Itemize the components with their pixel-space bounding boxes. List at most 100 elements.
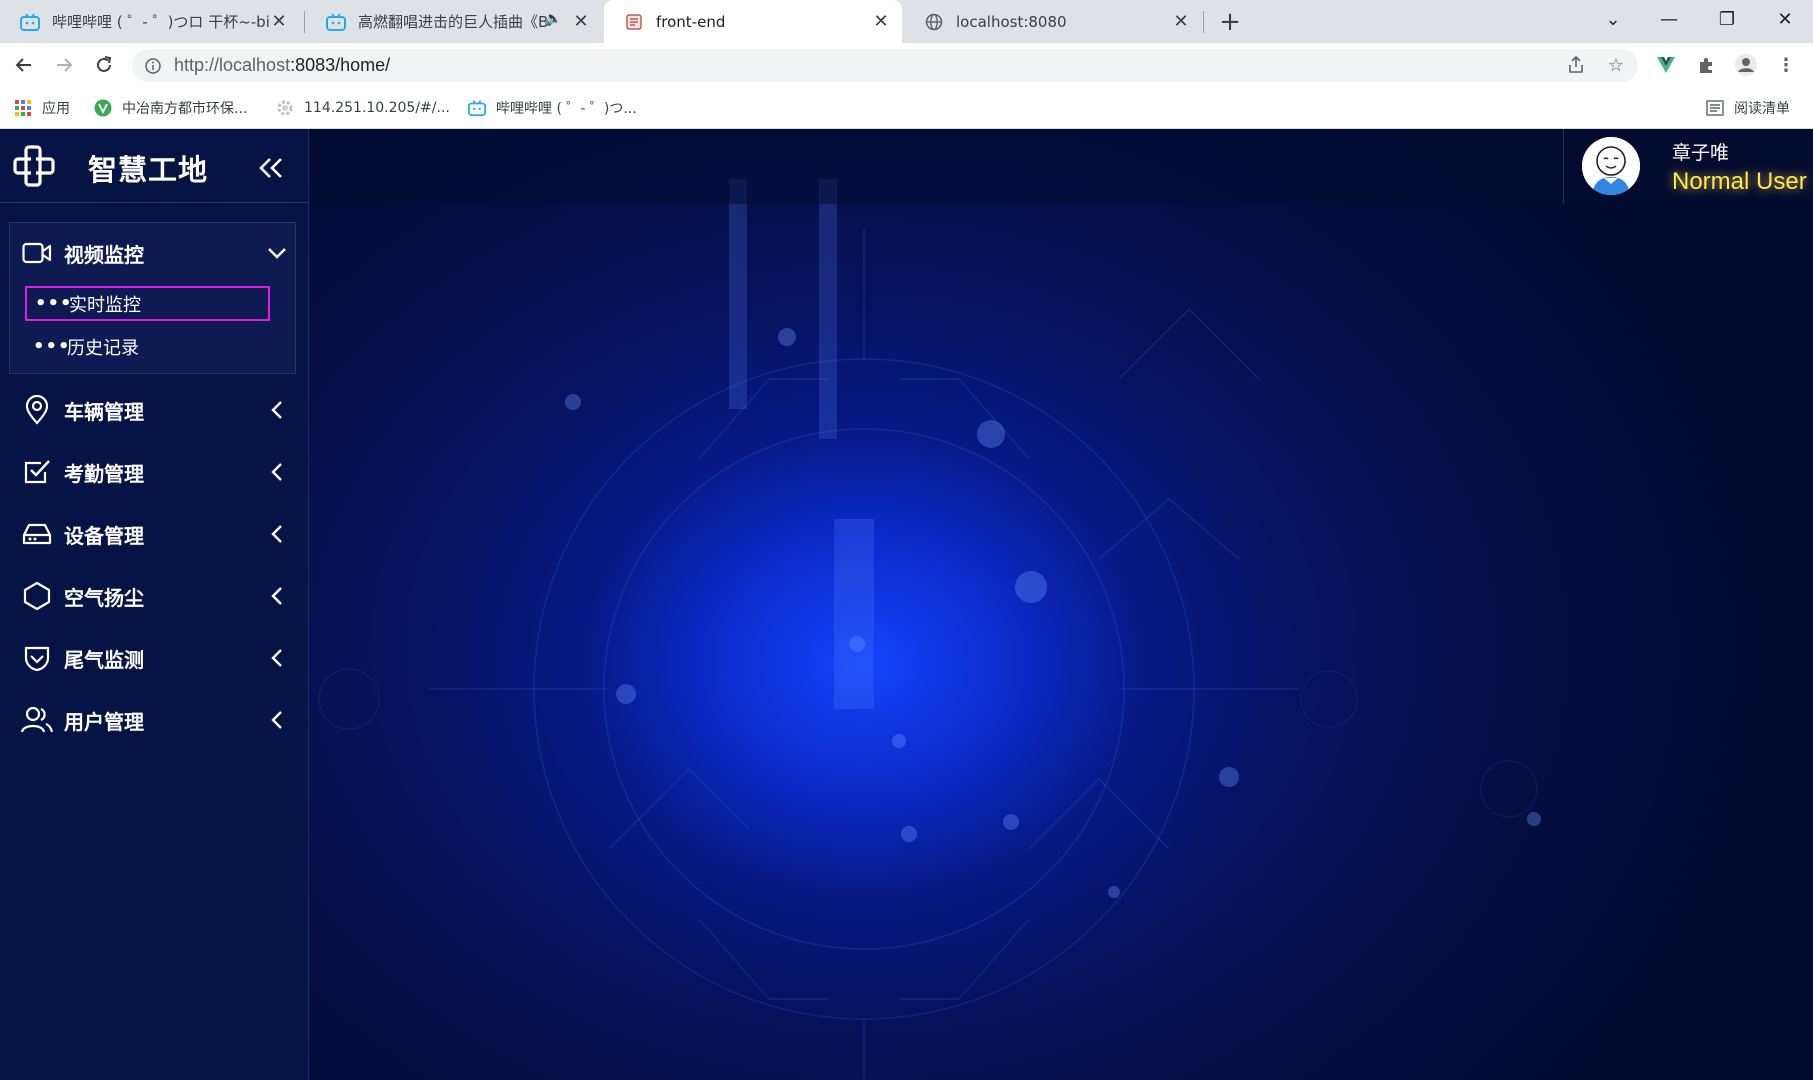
reload-button[interactable] xyxy=(88,49,120,81)
submenu-item-history[interactable]: ••• 历史记录 xyxy=(25,329,270,364)
browser-tab-4[interactable]: localhost:8080 ✕ xyxy=(904,0,1202,43)
forward-button[interactable] xyxy=(48,49,80,81)
reading-list-icon xyxy=(1706,99,1724,117)
checkbox-icon xyxy=(21,456,53,488)
menu-item-attendance[interactable]: 考勤管理 xyxy=(0,442,309,502)
tab-search-button[interactable]: ⌄ xyxy=(1584,0,1642,38)
menu-kebab-icon[interactable]: ⋮ xyxy=(1772,51,1800,79)
profile-icon[interactable] xyxy=(1732,51,1760,79)
brand-header: 智慧工地 xyxy=(0,129,309,203)
menu-label: 空气扬尘 xyxy=(64,585,144,610)
close-icon[interactable]: ✕ xyxy=(570,10,592,32)
bookmark-label: 114.251.10.205/#/... xyxy=(304,100,450,116)
menu-label: 用户管理 xyxy=(64,709,144,734)
reading-list-label: 阅读清单 xyxy=(1734,101,1790,117)
browser-tab-1[interactable]: 哔哩哔哩 ( ゜- ゜)つロ 干杯~-bilil ✕ xyxy=(0,0,300,43)
tech-background-decoration xyxy=(318,179,1541,1079)
globe-icon xyxy=(924,12,944,32)
tab-separator xyxy=(1203,11,1204,33)
tab-strip: 哔哩哔哩 ( ゜- ゜)つロ 干杯~-bilil ✕ 高燃翻唱进击的巨人插曲《B… xyxy=(0,0,1813,43)
drive-icon xyxy=(21,518,53,550)
bookmark-apps[interactable]: 应用 xyxy=(14,96,70,120)
users-icon xyxy=(21,704,53,736)
tab-separator xyxy=(304,11,305,33)
menu-label: 尾气监测 xyxy=(64,647,144,672)
submenu-label: 历史记录 xyxy=(67,337,139,359)
url-host: http://localhost xyxy=(174,55,291,75)
hexagon-icon xyxy=(21,580,53,612)
double-chevron-left-icon xyxy=(259,158,282,178)
dots-icon: ••• xyxy=(33,335,71,357)
extensions-icon[interactable] xyxy=(1692,51,1720,79)
menu-item-video-monitoring[interactable]: 视频监控 xyxy=(0,223,309,283)
browser-tab-3[interactable]: front-end ✕ xyxy=(604,0,902,43)
submenu-item-realtime[interactable]: ••• 实时监控 xyxy=(25,286,270,321)
tab-title: 哔哩哔哩 ( ゜- ゜)つロ 干杯~-bilil xyxy=(52,13,270,31)
video-camera-icon xyxy=(21,237,53,269)
browser-tab-2[interactable]: 高燃翻唱进击的巨人插曲《B 🔈 ✕ xyxy=(306,0,602,43)
tab-title: 高燃翻唱进击的巨人插曲《B xyxy=(358,13,548,31)
bookmark-label: 应用 xyxy=(42,101,70,117)
chevron-left-icon xyxy=(264,645,290,671)
reading-list-button[interactable]: 阅读清单 xyxy=(1706,96,1790,120)
vue-devtools-icon[interactable] xyxy=(1652,51,1680,79)
tab-title: localhost:8080 xyxy=(956,12,1067,31)
apps-grid-icon xyxy=(14,99,32,117)
dots-icon: ••• xyxy=(35,292,73,314)
restore-button[interactable]: ❐ xyxy=(1698,0,1756,38)
browser-toolbar: http://localhost:8083/home/ ☆ ⋮ xyxy=(0,43,1813,87)
page-icon xyxy=(624,12,644,32)
url-text: http://localhost:8083/home/ xyxy=(174,55,390,76)
menu-item-air-dust[interactable]: 空气扬尘 xyxy=(0,566,309,626)
close-window-button[interactable]: ✕ xyxy=(1756,0,1813,38)
bookmark-label: 哔哩哔哩 ( ゜- ゜)つ... xyxy=(496,101,637,117)
close-icon[interactable]: ✕ xyxy=(1170,10,1192,32)
minimize-button[interactable]: — xyxy=(1640,0,1698,38)
bookmark-label: 中冶南方都市环保... xyxy=(122,101,248,117)
brand-title: 智慧工地 xyxy=(88,153,209,187)
info-icon[interactable] xyxy=(144,57,162,75)
user-panel[interactable]: 章子唯 Normal User xyxy=(1563,129,1813,204)
bookmarks-bar: 应用 中冶南方都市环保... 114.251.10.205/#/... 哔哩哔哩… xyxy=(0,87,1813,129)
menu-item-users[interactable]: 用户管理 xyxy=(0,690,309,750)
chevron-left-icon xyxy=(264,583,290,609)
menu-item-exhaust[interactable]: 尾气监测 xyxy=(0,628,309,688)
sidebar: 智慧工地 视频监控 ••• 实时监控 ••• 历史记录 车辆管理 考勤管理 设备… xyxy=(0,129,309,1080)
close-icon[interactable]: ✕ xyxy=(268,10,290,32)
menu-item-vehicles[interactable]: 车辆管理 xyxy=(0,380,309,440)
star-icon[interactable]: ☆ xyxy=(1602,51,1630,79)
submenu-label: 实时监控 xyxy=(69,294,141,316)
menu-item-devices[interactable]: 设备管理 xyxy=(0,504,309,564)
shield-check-icon xyxy=(21,642,53,674)
menu-label: 考勤管理 xyxy=(64,461,144,486)
app-root: 章子唯 Normal User 智慧工地 视频监控 ••• 实时监控 ••• 历… xyxy=(0,129,1813,1080)
menu-label: 设备管理 xyxy=(64,523,144,548)
user-name: 章子唯 xyxy=(1672,142,1730,164)
vue-icon xyxy=(94,99,112,117)
avatar[interactable] xyxy=(1582,137,1640,195)
address-bar[interactable]: http://localhost:8083/home/ xyxy=(132,49,1638,82)
bookmark-item[interactable]: 114.251.10.205/#/... xyxy=(276,96,450,120)
bookmark-item[interactable]: 哔哩哔哩 ( ゜- ゜)つ... xyxy=(468,96,637,120)
user-role: Normal User xyxy=(1672,168,1807,195)
collapse-sidebar-button[interactable] xyxy=(254,151,288,185)
menu-label: 视频监控 xyxy=(64,242,144,267)
location-pin-icon xyxy=(21,394,53,426)
close-icon[interactable]: ✕ xyxy=(870,10,892,32)
url-path: :8083/home/ xyxy=(290,55,391,75)
bookmark-item[interactable]: 中冶南方都市环保... xyxy=(94,96,247,120)
logo-icon xyxy=(12,145,56,187)
back-button[interactable] xyxy=(8,49,40,81)
bilibili-icon xyxy=(20,12,40,32)
share-icon[interactable] xyxy=(1562,51,1590,79)
chevron-left-icon xyxy=(264,397,290,423)
menu-label: 车辆管理 xyxy=(64,399,144,424)
new-tab-button[interactable]: + xyxy=(1216,7,1244,37)
bilibili-icon xyxy=(468,99,486,117)
background-stage xyxy=(309,129,1813,1080)
chevron-left-icon xyxy=(264,521,290,547)
gear-icon xyxy=(276,99,294,117)
speaker-icon[interactable]: 🔈 xyxy=(545,11,562,27)
chevron-left-icon xyxy=(264,459,290,485)
tab-title: front-end xyxy=(656,12,726,31)
